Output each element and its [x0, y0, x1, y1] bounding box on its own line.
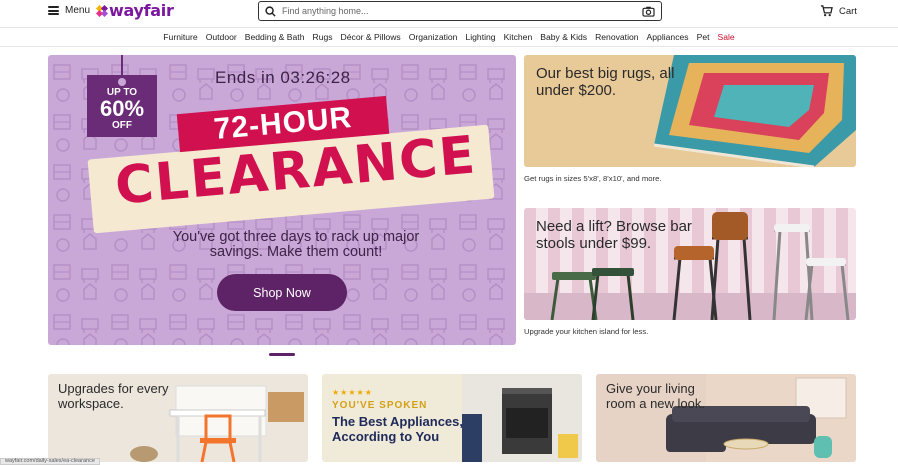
search-input[interactable] — [282, 6, 642, 16]
status-bar-url: wayfair.com/daily-sales/ea-clearance — [0, 458, 100, 465]
nav-item-rugs[interactable]: Rugs — [312, 32, 332, 42]
nav-item-lighting[interactable]: Lighting — [465, 32, 495, 42]
hero-subtext: You've got three days to rack up major s… — [172, 229, 420, 260]
carousel-indicator[interactable] — [269, 353, 295, 356]
rugs-title: Our best big rugs, all under $200. — [536, 65, 675, 99]
logo-mark-icon — [95, 4, 109, 17]
promo-card-bar-stools[interactable]: Need a lift? Browse bar stools under $99… — [524, 208, 856, 320]
nav-item-bedding-bath[interactable]: Bedding & Bath — [245, 32, 305, 42]
living-room-title: Give your living room a new look. — [606, 381, 705, 411]
youve-spoken-label: YOU'VE SPOKEN — [332, 400, 428, 411]
rugs-caption: Get rugs in sizes 5'x8', 8'x10', and mor… — [524, 174, 662, 183]
hero-banner[interactable]: UP TO 60% OFF Ends in 03:26:28 72-HOUR C… — [48, 55, 516, 345]
cart-label: Cart — [839, 5, 857, 17]
nav-item-outdoor[interactable]: Outdoor — [206, 32, 237, 42]
top-bar: Menu wayfair Cart — [0, 0, 898, 25]
nav-item-pet[interactable]: Pet — [697, 32, 710, 42]
hamburger-icon — [48, 6, 59, 15]
nav-item-renovation[interactable]: Renovation — [595, 32, 638, 42]
promo-card-appliances[interactable]: ★★★★★ YOU'VE SPOKEN The Best Appliances,… — [322, 374, 582, 462]
tag-line-percent: 60% — [99, 96, 145, 121]
menu-button[interactable]: Menu — [48, 5, 90, 16]
category-nav: Furniture Outdoor Bedding & Bath Rugs Dé… — [0, 27, 898, 47]
camera-icon[interactable] — [642, 6, 655, 17]
shop-now-button[interactable]: Shop Now — [217, 274, 347, 311]
cart-icon — [820, 5, 833, 17]
bar-stools-title: Need a lift? Browse bar stools under $99… — [536, 218, 692, 252]
workspace-title: Upgrades for every workspace. — [58, 381, 169, 411]
nav-item-sale[interactable]: Sale — [718, 32, 735, 42]
menu-label: Menu — [65, 5, 91, 16]
countdown-timer: Ends in 03:26:28 — [215, 68, 351, 87]
nav-item-decor-pillows[interactable]: Décor & Pillows — [341, 32, 401, 42]
nav-item-appliances[interactable]: Appliances — [647, 32, 689, 42]
promo-card-living-room[interactable]: Give your living room a new look. — [596, 374, 856, 462]
rating-stars: ★★★★★ — [332, 388, 373, 397]
nav-item-furniture[interactable]: Furniture — [163, 32, 197, 42]
logo-text: wayfair — [109, 1, 174, 20]
cart-button[interactable]: Cart — [820, 5, 857, 17]
promo-card-workspace[interactable]: Upgrades for every workspace. — [48, 374, 308, 462]
nav-item-baby-kids[interactable]: Baby & Kids — [540, 32, 587, 42]
wayfair-logo[interactable]: wayfair — [95, 1, 174, 20]
bar-stools-caption: Upgrade your kitchen island for less. — [524, 327, 649, 336]
search-icon — [265, 5, 276, 17]
appliances-title: The Best Appliances, According to You — [332, 414, 463, 444]
search-bar[interactable] — [258, 1, 662, 21]
nav-item-organization[interactable]: Organization — [409, 32, 458, 42]
discount-tag: UP TO 60% OFF — [87, 55, 157, 137]
nav-item-kitchen[interactable]: Kitchen — [504, 32, 533, 42]
tag-line-off: OFF — [112, 120, 132, 131]
promo-card-rugs[interactable]: Our best big rugs, all under $200. — [524, 55, 856, 167]
